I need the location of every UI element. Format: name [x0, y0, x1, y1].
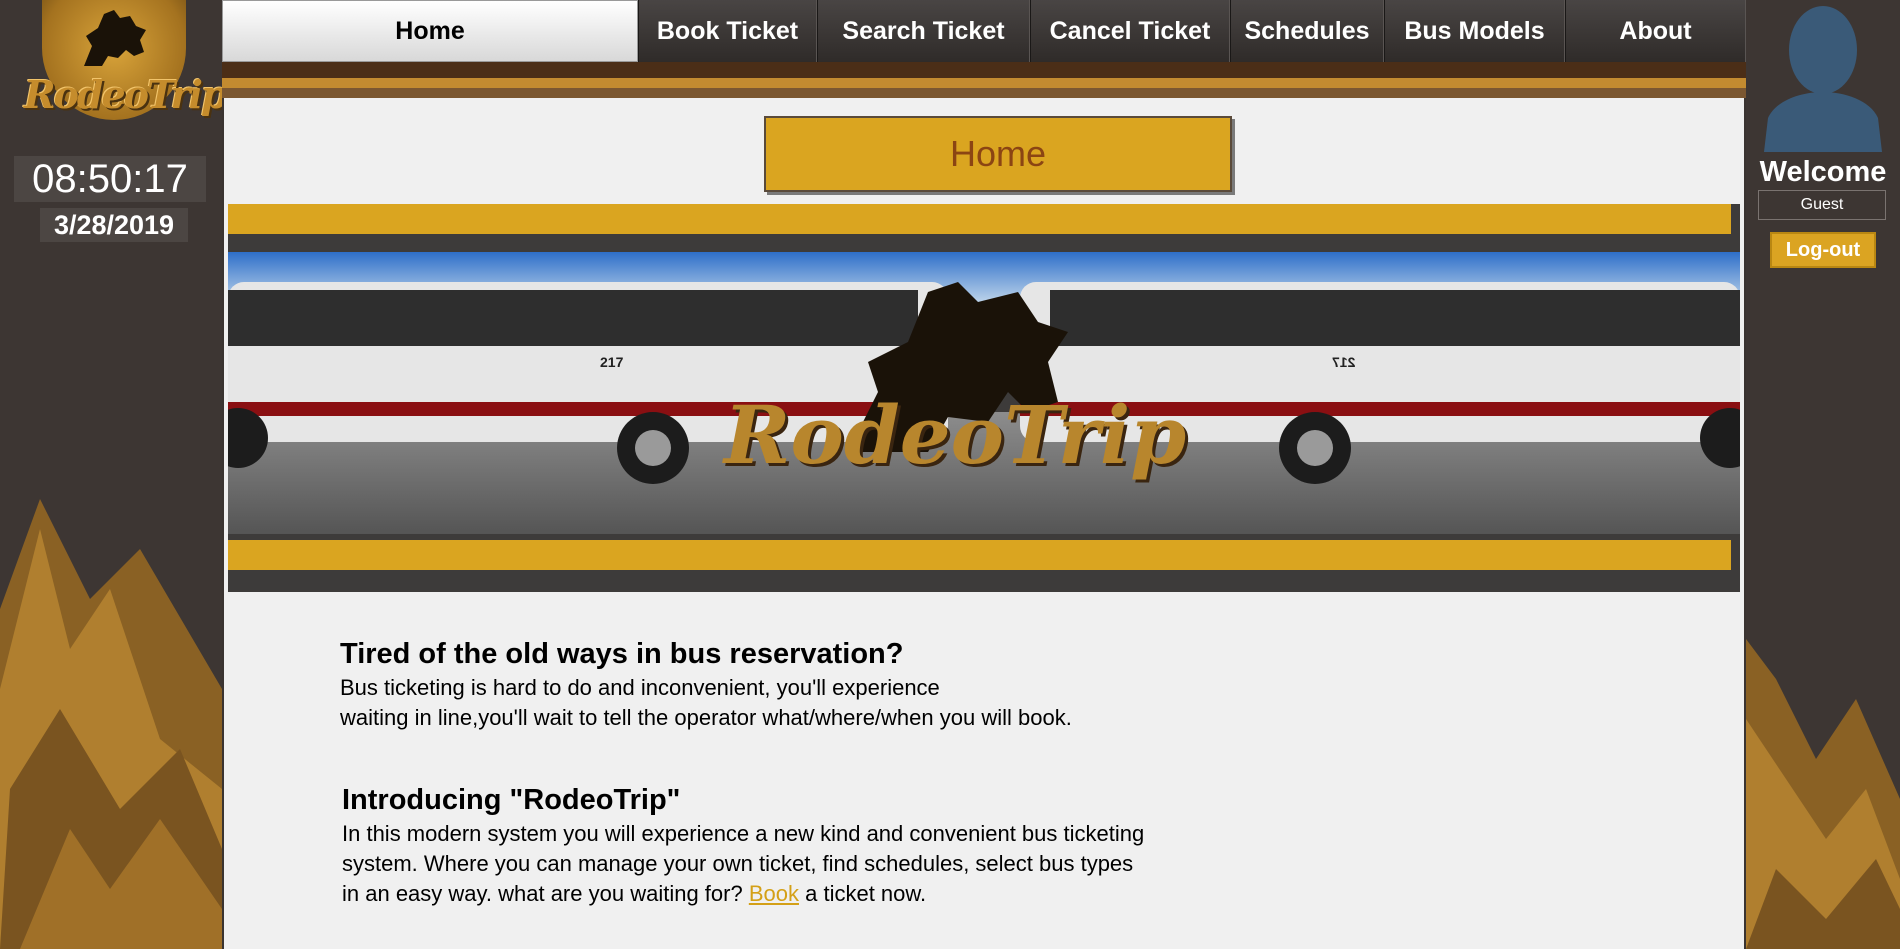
- horse-rider-icon: [84, 10, 146, 66]
- bus-number-right: 217: [1332, 354, 1356, 370]
- intro-section-1: Tired of the old ways in bus reservation…: [340, 638, 1240, 733]
- user-avatar-icon: [1764, 6, 1882, 152]
- section-heading-1: Tired of the old ways in bus reservation…: [340, 638, 904, 670]
- para-2-line-3-start: in an easy way. what are you waiting for…: [342, 881, 743, 906]
- header-stripe-gold: [222, 78, 1746, 88]
- para-2-line-2: system. Where you can manage your own ti…: [342, 851, 1134, 876]
- main-nav: Home Book Ticket Search Ticket Cancel Ti…: [222, 0, 1746, 62]
- page-title: Home: [764, 116, 1232, 192]
- banner-gold-bar-bottom: [228, 540, 1731, 570]
- mountains-decoration: [0, 499, 222, 949]
- logout-button[interactable]: Log-out: [1770, 232, 1876, 268]
- banner-gold-bar-top: [228, 204, 1731, 234]
- nav-home[interactable]: Home: [222, 0, 638, 62]
- para-2-line-3: in an easy way. what are you waiting for…: [342, 879, 1242, 909]
- bus-number-left: 217: [600, 354, 624, 370]
- para-1-line-1: Bus ticketing is hard to do and inconven…: [340, 675, 940, 700]
- welcome-label: Welcome: [1759, 156, 1887, 188]
- para-1-line-2: waiting in line,you'll wait to tell the …: [340, 705, 1072, 730]
- mountains-decoration-right: [1746, 639, 1900, 949]
- header-stripe-light: [222, 88, 1746, 98]
- clock-time: 08:50:17: [14, 156, 206, 202]
- nav-search-ticket[interactable]: Search Ticket: [817, 0, 1030, 62]
- book-link[interactable]: Book: [749, 881, 799, 906]
- banner-brand-text: RodeoTrip: [724, 388, 1187, 482]
- main-panel: Home RodeoTrip 217 217 Tired of the old …: [224, 98, 1744, 949]
- para-2-line-3-end: a ticket now.: [805, 881, 927, 906]
- left-sidebar: RodeoTrip 08:50:17 3/28/2019: [0, 0, 222, 949]
- nav-cancel-ticket[interactable]: Cancel Ticket: [1030, 0, 1230, 62]
- nav-book-ticket[interactable]: Book Ticket: [638, 0, 817, 62]
- rodeotrip-logo[interactable]: RodeoTrip: [24, 0, 222, 144]
- nav-about[interactable]: About: [1565, 0, 1746, 62]
- username-field: Guest: [1758, 190, 1886, 220]
- clock-date: 3/28/2019: [40, 208, 188, 242]
- intro-section-2: Introducing "RodeoTrip" In this modern s…: [342, 784, 1242, 909]
- logo-text: RodeoTrip: [24, 72, 222, 117]
- nav-bus-models[interactable]: Bus Models: [1384, 0, 1565, 62]
- para-2-line-1: In this modern system you will experienc…: [342, 821, 1145, 846]
- section-heading-2: Introducing "RodeoTrip": [342, 784, 681, 816]
- nav-schedules[interactable]: Schedules: [1230, 0, 1384, 62]
- right-sidebar: Welcome Guest Log-out: [1746, 0, 1900, 949]
